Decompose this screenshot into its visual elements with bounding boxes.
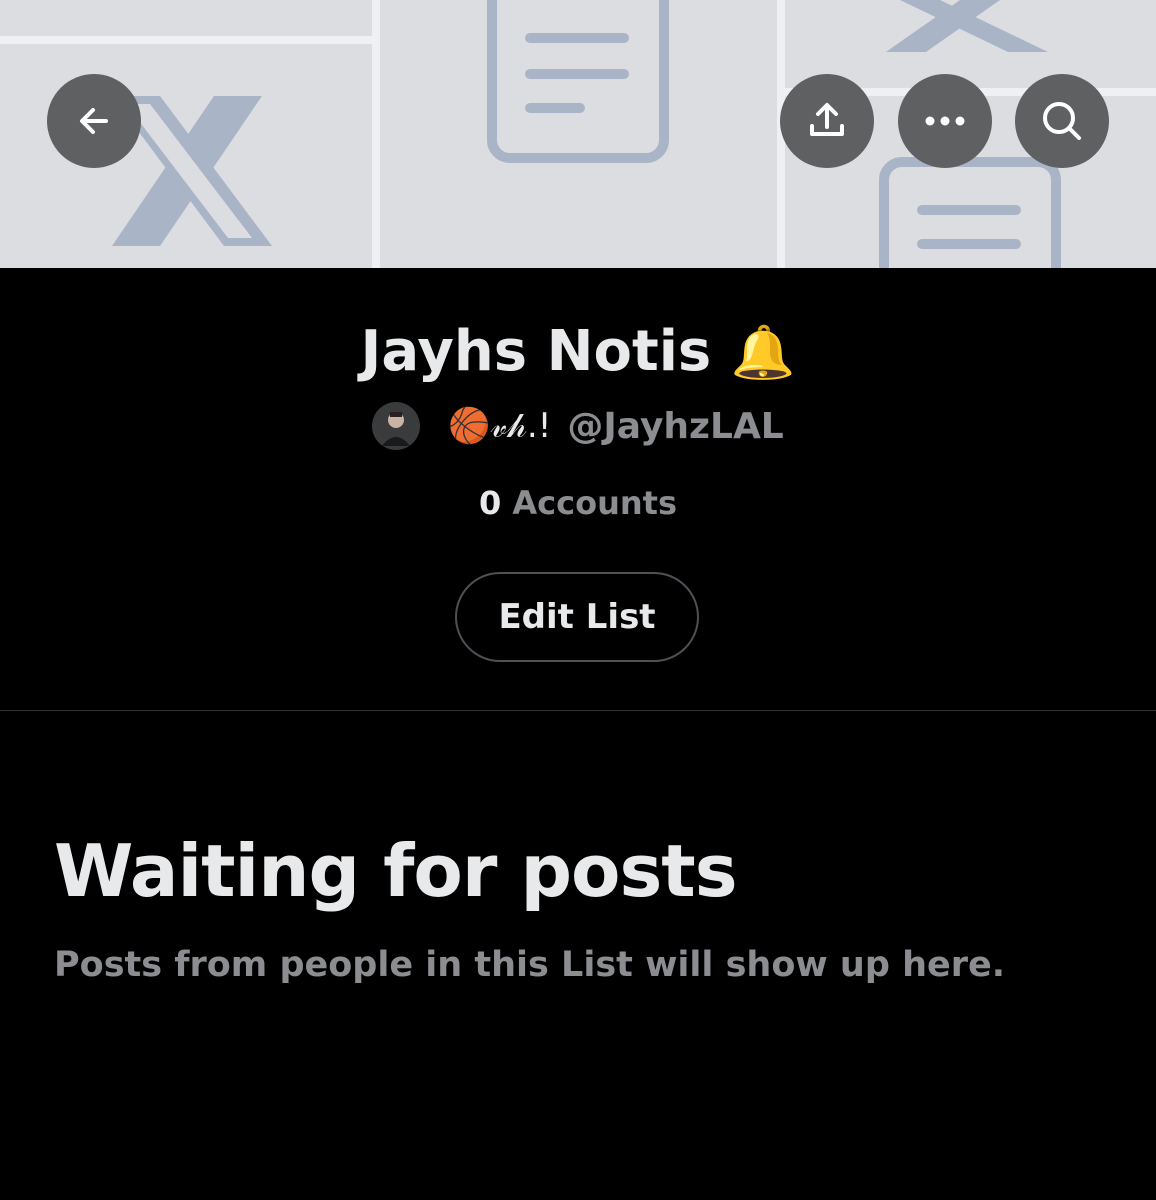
bell-icon: 🔔: [730, 323, 796, 383]
accounts-number: 0: [479, 484, 502, 522]
edit-list-button[interactable]: Edit List: [455, 572, 699, 662]
search-icon: [1043, 102, 1081, 140]
share-button[interactable]: [780, 74, 874, 168]
share-icon: [810, 103, 844, 136]
owner-display-name: 🏀𝓋𝒽.!: [448, 406, 552, 446]
accounts-label: Accounts: [512, 484, 677, 522]
more-button[interactable]: [898, 74, 992, 168]
avatar[interactable]: [372, 402, 421, 450]
list-title: Jayhs Notis 🔔: [0, 316, 1156, 389]
back-button[interactable]: [47, 74, 141, 168]
search-button[interactable]: [1015, 74, 1109, 168]
list-title-text: Jayhs Notis: [360, 319, 712, 384]
empty-state-subtitle: Posts from people in this List will show…: [54, 945, 1006, 985]
accounts-count[interactable]: 0 Accounts: [0, 482, 1156, 524]
more-horizontal-icon: [925, 116, 965, 126]
owner-handle: @JayhzLAL: [567, 405, 784, 447]
divider: [0, 710, 1156, 711]
list-banner: [0, 0, 1156, 268]
empty-state-title: Waiting for posts: [54, 829, 738, 913]
list-owner[interactable]: 🏀𝓋𝒽.! @JayhzLAL: [0, 402, 1156, 450]
arrow-left-icon: [80, 108, 108, 134]
avatar-image: [372, 402, 421, 450]
